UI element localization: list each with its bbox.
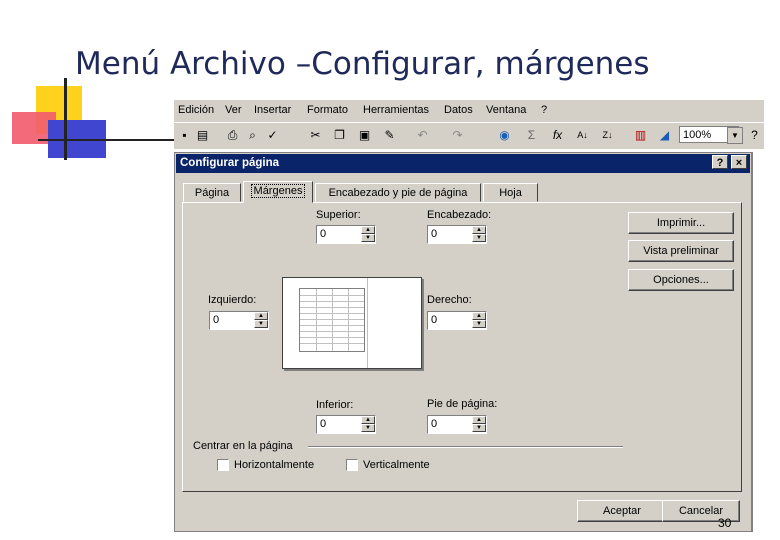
encabezado-value: 0	[431, 228, 438, 240]
menu-bar: Edición Ver Insertar Formato Herramienta…	[174, 100, 764, 122]
menu-item-insertar[interactable]: Insertar	[254, 104, 291, 116]
dialog-help-button[interactable]: ?	[712, 155, 728, 169]
decorative-vertical-line	[64, 78, 67, 160]
menu-item-edicion[interactable]: Edición	[178, 104, 214, 116]
encabezado-spinner[interactable]: 0 ▲ ▼	[427, 225, 487, 244]
slide-title: Menú Archivo –Configurar, márgenes	[75, 46, 650, 82]
menu-item-datos[interactable]: Datos	[444, 104, 473, 116]
pie-value: 0	[431, 418, 438, 430]
vertical-label[interactable]: Verticalmente	[363, 459, 430, 471]
menu-item-herramientas[interactable]: Herramientas	[363, 104, 429, 116]
preview-icon[interactable]: ⌕	[244, 127, 261, 144]
spin-down-icon[interactable]: ▼	[361, 424, 375, 432]
undo-icon[interactable]: ↶	[414, 127, 431, 144]
izquierdo-value: 0	[213, 314, 220, 326]
inferior-value: 0	[320, 418, 327, 430]
spin-up-icon[interactable]: ▲	[361, 226, 375, 234]
encabezado-label: Encabezado:	[427, 209, 492, 221]
chart-wizard-icon[interactable]: ▥	[632, 127, 649, 144]
pie-spinner[interactable]: 0 ▲ ▼	[427, 415, 487, 434]
center-group-label: Centrar en la página	[193, 440, 293, 452]
tab-hoja[interactable]: Hoja	[483, 183, 538, 202]
preview-grid	[299, 288, 365, 352]
help-icon[interactable]: ?	[746, 127, 763, 144]
derecho-value: 0	[431, 314, 438, 326]
worksheet-edge	[752, 152, 764, 532]
superior-label: Superior:	[316, 209, 361, 221]
spin-up-icon[interactable]: ▲	[361, 416, 375, 424]
standard-toolbar: ▪ ▤ ⎙ ⌕ ✓ ✂ ❐ ▣ ✎ ↶ ↷ ◉ Σ fx A↓ Z↓ ▥ ◢ 1…	[174, 122, 764, 150]
izquierdo-spinner[interactable]: 0 ▲ ▼	[209, 311, 269, 330]
opciones-button[interactable]: Opciones...	[628, 269, 734, 291]
redo-icon[interactable]: ↷	[449, 127, 466, 144]
preview-margin-line	[367, 278, 368, 368]
aceptar-button[interactable]: Aceptar	[577, 500, 667, 522]
page-setup-dialog: Configurar página ? × Página Márgenes En…	[174, 152, 752, 532]
menu-item-ver[interactable]: Ver	[225, 104, 242, 116]
tab-encabezado[interactable]: Encabezado y pie de página	[315, 183, 481, 202]
spin-up-icon[interactable]: ▲	[472, 312, 486, 320]
sort-desc-icon[interactable]: Z↓	[599, 127, 616, 144]
save-icon[interactable]: ▪	[176, 127, 193, 144]
menu-item-help[interactable]: ?	[541, 104, 547, 116]
excel-screenshot: Edición Ver Insertar Formato Herramienta…	[174, 100, 764, 532]
derecho-label: Derecho:	[427, 294, 472, 306]
spellcheck-icon[interactable]: ✓	[264, 127, 281, 144]
drawing-icon[interactable]: ◢	[656, 127, 673, 144]
print-preview-icon[interactable]: ▤	[194, 127, 211, 144]
superior-spinner[interactable]: 0 ▲ ▼	[316, 225, 376, 244]
spin-up-icon[interactable]: ▲	[472, 416, 486, 424]
copy-icon[interactable]: ❐	[331, 127, 348, 144]
inferior-label: Inferior:	[316, 399, 354, 411]
menu-item-formato[interactable]: Formato	[307, 104, 348, 116]
page-number: 30	[718, 516, 732, 530]
spin-down-icon[interactable]: ▼	[472, 424, 486, 432]
spin-down-icon[interactable]: ▼	[361, 234, 375, 242]
tab-pagina[interactable]: Página	[183, 183, 241, 202]
spin-down-icon[interactable]: ▼	[472, 234, 486, 242]
spin-down-icon[interactable]: ▼	[254, 320, 268, 328]
imprimir-button[interactable]: Imprimir...	[628, 212, 734, 234]
paste-icon[interactable]: ▣	[356, 127, 373, 144]
pie-label: Pie de página:	[427, 398, 498, 410]
menu-item-ventana[interactable]: Ventana	[486, 104, 526, 116]
inferior-spinner[interactable]: 0 ▲ ▼	[316, 415, 376, 434]
autosum-icon[interactable]: Σ	[523, 127, 540, 144]
vista-preliminar-button[interactable]: Vista preliminar	[628, 240, 734, 262]
izquierdo-label: Izquierdo:	[208, 294, 257, 306]
spin-down-icon[interactable]: ▼	[472, 320, 486, 328]
format-painter-icon[interactable]: ✎	[381, 127, 398, 144]
cut-icon[interactable]: ✂	[307, 127, 324, 144]
chevron-down-icon[interactable]: ▼	[727, 127, 743, 144]
dialog-close-button[interactable]: ×	[731, 155, 747, 169]
tab-margenes-label: Márgenes	[250, 184, 306, 198]
derecho-spinner[interactable]: 0 ▲ ▼	[427, 311, 487, 330]
hyperlink-icon[interactable]: ◉	[496, 127, 513, 144]
spin-up-icon[interactable]: ▲	[254, 312, 268, 320]
vertical-checkbox[interactable]	[346, 459, 358, 471]
decorative-horizontal-line	[38, 139, 178, 141]
tab-margenes[interactable]: Márgenes	[243, 181, 313, 203]
horizontal-label[interactable]: Horizontalmente	[234, 459, 314, 471]
page-preview	[282, 277, 422, 369]
horizontal-checkbox[interactable]	[217, 459, 229, 471]
sort-asc-icon[interactable]: A↓	[574, 127, 591, 144]
superior-value: 0	[320, 228, 327, 240]
margins-panel: Superior: 0 ▲ ▼ Encabezado: 0 ▲ ▼ Izquie…	[182, 202, 742, 492]
function-icon[interactable]: fx	[549, 127, 566, 144]
spin-up-icon[interactable]: ▲	[472, 226, 486, 234]
print-icon[interactable]: ⎙	[224, 127, 241, 144]
group-divider	[308, 446, 623, 448]
dialog-title: Configurar página	[176, 154, 750, 173]
